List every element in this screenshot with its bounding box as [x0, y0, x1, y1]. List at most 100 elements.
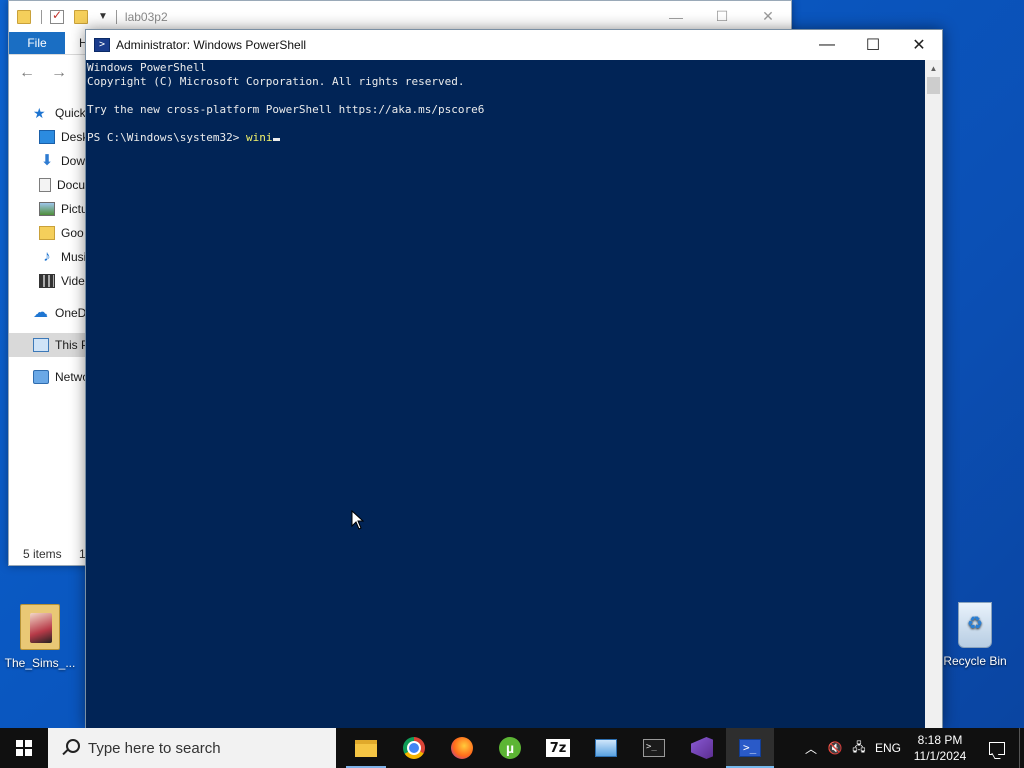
- console-line: Copyright (C) Microsoft Corporation. All…: [87, 75, 465, 88]
- chevron-down-icon[interactable]: ▼: [98, 11, 108, 22]
- folder-icon: [17, 9, 31, 24]
- windows-logo-icon: [16, 740, 32, 756]
- taskbar: Type here to search µ 7z >_ >_ ︿ 🔇 🖧 ENG…: [0, 728, 1024, 768]
- search-icon: [60, 738, 80, 758]
- taskbar-app-7zip[interactable]: 7z: [534, 728, 582, 768]
- chevron-up-icon[interactable]: ︿: [799, 728, 823, 768]
- nav-item-label: Netwo: [55, 370, 90, 384]
- explorer-nav-pane: ★ Quick Desk ⬇ Dow Docu Pictu Goo ♪ Musi: [9, 101, 90, 389]
- nav-item-label: Musi: [61, 250, 87, 264]
- taskbar-app-control-panel[interactable]: [582, 728, 630, 768]
- powershell-window-title: Administrator: Windows PowerShell: [116, 38, 307, 52]
- nav-item-downloads[interactable]: ⬇ Dow: [9, 149, 87, 173]
- console-command-input[interactable]: wini: [246, 131, 273, 144]
- nav-item-folder[interactable]: Goo: [9, 221, 87, 245]
- powershell-icon: >: [94, 38, 110, 52]
- close-button[interactable]: ✕: [745, 1, 791, 32]
- maximize-button[interactable]: ☐: [699, 1, 745, 32]
- show-desktop-button[interactable]: [1019, 728, 1024, 768]
- taskbar-app-utorrent[interactable]: µ: [486, 728, 534, 768]
- clock[interactable]: 8:18 PM 11/1/2024: [905, 732, 975, 764]
- utorrent-icon: µ: [499, 737, 521, 759]
- terminal-icon: >_: [643, 739, 665, 757]
- taskbar-app-firefox[interactable]: [438, 728, 486, 768]
- sims-folder-icon: [20, 604, 60, 650]
- firefox-icon: [451, 737, 473, 759]
- notification-center-button[interactable]: [975, 728, 1019, 768]
- scroll-up-arrow-icon[interactable]: ▲: [925, 60, 942, 77]
- onedrive-icon: ☁: [33, 304, 48, 321]
- nav-item-label: This P: [55, 338, 90, 352]
- taskbar-app-chrome[interactable]: [390, 728, 438, 768]
- scrollbar-thumb[interactable]: [927, 77, 940, 94]
- volume-muted-icon[interactable]: 🔇: [823, 728, 847, 768]
- nav-item-quick-access[interactable]: ★ Quick: [9, 101, 87, 125]
- taskbar-app-powershell[interactable]: >_: [726, 728, 774, 768]
- vertical-scrollbar[interactable]: ▲: [925, 60, 942, 728]
- nav-item-desktop[interactable]: Desk: [9, 125, 88, 149]
- explorer-window-title: lab03p2: [124, 9, 168, 24]
- explorer-titlebar[interactable]: ▼ lab03p2 — ☐ ✕: [9, 1, 791, 32]
- nav-item-label: Vide: [61, 274, 85, 288]
- properties-icon[interactable]: [50, 8, 64, 24]
- nav-item-videos[interactable]: Vide: [9, 269, 87, 293]
- nav-item-onedrive[interactable]: ☁ OneDr: [9, 301, 90, 325]
- console-line: Try the new cross-platform PowerShell ht…: [87, 103, 485, 116]
- taskbar-app-file-explorer[interactable]: [342, 728, 390, 768]
- network-icon[interactable]: 🖧: [847, 728, 871, 768]
- nav-item-pictures[interactable]: Pictu: [9, 197, 88, 221]
- clock-time: 8:18 PM: [917, 733, 963, 747]
- forward-arrow-icon[interactable]: →: [51, 64, 67, 82]
- 7zip-icon: 7z: [546, 739, 570, 757]
- chrome-icon: [403, 737, 425, 759]
- nav-item-documents[interactable]: Docu: [9, 173, 87, 197]
- video-icon: [39, 274, 55, 288]
- divider: [115, 9, 117, 24]
- start-button[interactable]: [0, 728, 48, 768]
- status-bar: 5 items 1: [23, 547, 86, 561]
- maximize-button[interactable]: ☐: [850, 30, 896, 60]
- nav-item-label: Docu: [57, 178, 86, 192]
- star-icon: ★: [33, 105, 46, 121]
- language-indicator[interactable]: ENG: [871, 741, 905, 755]
- nav-item-network[interactable]: Netwo: [9, 365, 90, 389]
- search-placeholder: Type here to search: [88, 739, 221, 757]
- clock-date: 11/1/2024: [913, 749, 967, 763]
- console-output[interactable]: Windows PowerShell Copyright (C) Microsof…: [86, 60, 926, 728]
- powershell-window[interactable]: > Administrator: Windows PowerShell — ☐ …: [85, 29, 943, 728]
- desktop-icon-label: The_Sims_...: [4, 656, 76, 670]
- desktop-icon-label: Recycle Bin: [943, 654, 1007, 668]
- powershell-icon: >_: [739, 739, 761, 757]
- taskbar-app-visual-studio[interactable]: [678, 728, 726, 768]
- nav-item-music[interactable]: ♪ Musi: [9, 245, 87, 269]
- back-arrow-icon[interactable]: ←: [19, 64, 35, 82]
- system-tray: ︿ 🔇 🖧 ENG 8:18 PM 11/1/2024: [799, 728, 1024, 768]
- control-panel-icon: [595, 739, 617, 757]
- minimize-button[interactable]: —: [804, 30, 850, 60]
- divider: [41, 9, 42, 24]
- nav-item-label: Quick: [55, 106, 86, 120]
- desktop-icon: [39, 130, 55, 144]
- document-icon: [39, 178, 51, 192]
- console-prompt: PS C:\Windows\system32>: [87, 131, 246, 144]
- nav-item-label: Goo: [61, 226, 84, 240]
- new-folder-icon[interactable]: [74, 9, 88, 24]
- powershell-titlebar[interactable]: > Administrator: Windows PowerShell — ☐ …: [86, 30, 942, 60]
- desktop-icon-recycle-bin[interactable]: Recycle Bin: [937, 602, 1013, 668]
- taskbar-app-terminal[interactable]: >_: [630, 728, 678, 768]
- console-prompt-line[interactable]: PS C:\Windows\system32> wini: [87, 131, 926, 145]
- minimize-button[interactable]: —: [653, 1, 699, 32]
- close-button[interactable]: ✕: [896, 30, 942, 60]
- tab-file[interactable]: File: [9, 32, 65, 54]
- status-item-count: 5 items: [23, 547, 62, 561]
- notification-icon: [989, 741, 1005, 755]
- network-icon: [33, 370, 49, 384]
- desktop-icon-sims[interactable]: The_Sims_...: [2, 604, 78, 670]
- download-icon: ⬇: [40, 152, 54, 169]
- console-line: Windows PowerShell: [87, 61, 207, 74]
- folder-icon: [39, 226, 55, 240]
- nav-item-this-pc[interactable]: This P: [9, 333, 90, 357]
- pictures-icon: [39, 202, 55, 216]
- taskbar-search-box[interactable]: Type here to search: [48, 728, 336, 768]
